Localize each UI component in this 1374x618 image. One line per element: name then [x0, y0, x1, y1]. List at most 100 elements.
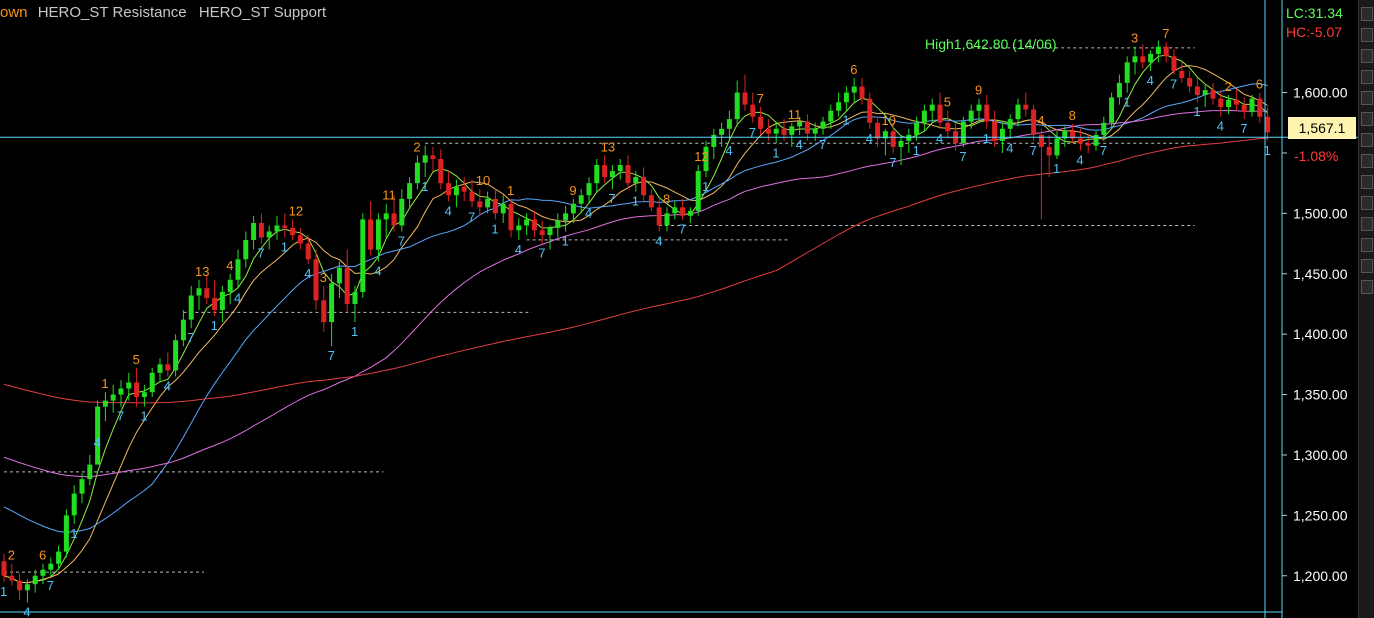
candle-down[interactable]: [282, 225, 288, 228]
candle-up[interactable]: [1015, 104, 1021, 120]
candle-down[interactable]: [134, 382, 140, 397]
candle-up[interactable]: [570, 203, 576, 214]
candle-up[interactable]: [594, 165, 600, 184]
brush-icon[interactable]: [1361, 112, 1373, 126]
candle-down[interactable]: [1085, 143, 1091, 146]
candle-down[interactable]: [539, 230, 545, 236]
candle-down[interactable]: [212, 297, 218, 310]
fib-icon[interactable]: [1361, 70, 1373, 84]
candle-down[interactable]: [1038, 134, 1044, 147]
candle-up[interactable]: [485, 198, 491, 208]
candle-up[interactable]: [375, 219, 381, 250]
candle-down[interactable]: [1210, 90, 1216, 99]
line-icon[interactable]: [1361, 28, 1373, 42]
candle-down[interactable]: [945, 122, 951, 132]
candle-down[interactable]: [508, 203, 514, 231]
candle-up[interactable]: [524, 219, 530, 226]
candle-up[interactable]: [251, 223, 257, 240]
candle-down[interactable]: [1140, 56, 1146, 63]
legend-item-resistance[interactable]: HERO_ST Resistance: [38, 4, 187, 21]
candle-down[interactable]: [765, 128, 771, 134]
candle-up[interactable]: [999, 128, 1005, 141]
candle-up[interactable]: [329, 283, 335, 323]
candle-down[interactable]: [1194, 86, 1200, 95]
candle-down[interactable]: [446, 183, 452, 196]
candle-up[interactable]: [1054, 138, 1060, 156]
candle-down[interactable]: [1031, 109, 1037, 135]
candle-up[interactable]: [617, 165, 623, 172]
measure-icon[interactable]: [1361, 133, 1373, 147]
candle-down[interactable]: [344, 267, 350, 304]
candle-down[interactable]: [438, 159, 444, 184]
candle-up[interactable]: [63, 515, 69, 552]
candle-down[interactable]: [1218, 98, 1224, 108]
candle-down[interactable]: [290, 227, 296, 236]
candle-down[interactable]: [1179, 70, 1185, 79]
candle-up[interactable]: [102, 400, 108, 407]
candle-up[interactable]: [836, 102, 842, 111]
candle-up[interactable]: [149, 372, 155, 393]
candle-up[interactable]: [586, 183, 592, 196]
candle-up[interactable]: [274, 225, 280, 232]
candle-up[interactable]: [1101, 122, 1107, 135]
candle-up[interactable]: [695, 171, 701, 211]
candle-up[interactable]: [914, 122, 920, 135]
candle-down[interactable]: [1241, 104, 1247, 112]
candle-down[interactable]: [641, 177, 647, 196]
settings-icon[interactable]: [1361, 259, 1373, 273]
candle-up[interactable]: [812, 128, 818, 134]
candle-up[interactable]: [1226, 99, 1232, 108]
candle-up[interactable]: [1202, 90, 1208, 95]
candle-up[interactable]: [235, 259, 241, 280]
candle-up[interactable]: [141, 392, 147, 397]
candle-up[interactable]: [921, 110, 927, 123]
candle-up[interactable]: [929, 104, 935, 111]
candle-up[interactable]: [360, 219, 366, 292]
candle-down[interactable]: [305, 243, 311, 260]
candle-up[interactable]: [1148, 53, 1154, 63]
candle-down[interactable]: [297, 235, 303, 244]
candle-down[interactable]: [680, 207, 686, 216]
candle-up[interactable]: [87, 464, 93, 480]
candle-up[interactable]: [352, 291, 358, 304]
candle-down[interactable]: [469, 191, 475, 202]
text-icon[interactable]: [1361, 49, 1373, 63]
candle-up[interactable]: [56, 551, 62, 564]
candle-down[interactable]: [1077, 138, 1083, 144]
candle-down[interactable]: [804, 121, 810, 134]
shape-icon[interactable]: [1361, 91, 1373, 105]
candle-down[interactable]: [1187, 78, 1193, 87]
candle-down[interactable]: [750, 104, 756, 117]
candle-up[interactable]: [664, 213, 670, 226]
candle-up[interactable]: [906, 134, 912, 141]
candle-up[interactable]: [843, 92, 849, 103]
candle-up[interactable]: [789, 126, 795, 135]
candle-up[interactable]: [243, 239, 249, 260]
candle-up[interactable]: [407, 183, 413, 199]
trash-icon[interactable]: [1361, 238, 1373, 252]
legend-item-support[interactable]: HERO_ST Support: [199, 4, 326, 21]
candle-down[interactable]: [391, 213, 397, 226]
candle-down[interactable]: [602, 165, 608, 178]
candle-down[interactable]: [656, 207, 662, 226]
candle-up[interactable]: [79, 479, 85, 494]
candle-up[interactable]: [32, 575, 38, 585]
candle-down[interactable]: [758, 116, 764, 129]
candle-down[interactable]: [461, 186, 467, 192]
lock-icon[interactable]: [1361, 196, 1373, 210]
candle-up[interactable]: [196, 288, 202, 296]
candle-up[interactable]: [976, 104, 982, 111]
candle-down[interactable]: [648, 195, 654, 208]
candle-down[interactable]: [992, 121, 998, 141]
candle-up[interactable]: [633, 177, 639, 184]
candle-up[interactable]: [711, 134, 717, 147]
candlesticks[interactable]: [1, 40, 1271, 603]
candle-up[interactable]: [734, 92, 740, 120]
candle-down[interactable]: [984, 104, 990, 122]
ruler-icon[interactable]: [1361, 7, 1373, 21]
candle-up[interactable]: [414, 162, 420, 184]
candle-down[interactable]: [1257, 98, 1263, 117]
candle-down[interactable]: [1, 561, 7, 576]
candle-up[interactable]: [609, 171, 615, 178]
candle-down[interactable]: [1023, 104, 1029, 110]
